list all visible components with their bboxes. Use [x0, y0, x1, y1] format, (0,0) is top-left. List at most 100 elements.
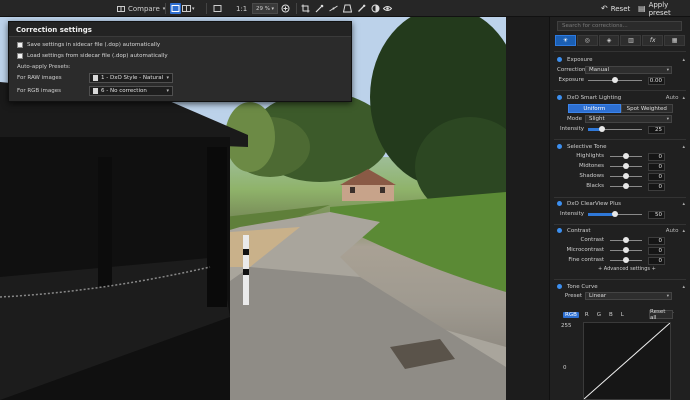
tone-curve-section-header[interactable]: Tone Curve ▴ [557, 282, 685, 291]
tone-curve-preset-select[interactable]: Linear ▾ [585, 292, 672, 300]
preset-icon: ▤ [638, 4, 646, 13]
chevron-up-icon[interactable]: ▴ [682, 144, 685, 150]
preview-toggle-button[interactable] [382, 3, 393, 14]
white-balance-picker-button[interactable] [314, 3, 325, 14]
single-view-button[interactable] [170, 3, 181, 14]
selective-tone-slider[interactable] [610, 172, 642, 181]
section-active-dot[interactable] [557, 95, 562, 100]
tone-curve-graph[interactable] [583, 322, 671, 400]
load-settings-checkbox[interactable] [17, 53, 23, 59]
channel-b[interactable]: B [607, 312, 615, 318]
channel-rgb[interactable]: RGB [563, 312, 579, 318]
selective-tone-slider[interactable] [610, 182, 642, 191]
load-settings-option[interactable]: Load settings from sidecar file (.dop) a… [17, 53, 168, 59]
horizon-tool-button[interactable] [328, 3, 339, 14]
slider-knob[interactable] [623, 163, 629, 169]
chevron-up-icon[interactable]: ▴ [682, 57, 685, 63]
apply-preset-button[interactable]: ▤ Apply preset [638, 1, 690, 17]
local-adjustments-button[interactable] [370, 3, 381, 14]
slider-knob[interactable] [623, 237, 629, 243]
slider-knob[interactable] [612, 77, 618, 83]
section-active-dot[interactable] [557, 201, 562, 206]
chevron-up-icon[interactable]: ▴ [682, 201, 685, 207]
slider-knob[interactable] [612, 211, 618, 217]
slider-knob[interactable] [623, 153, 629, 159]
selective-tone-value[interactable]: 0 [648, 153, 665, 161]
selective-tone-section-header[interactable]: Selective Tone ▴ [557, 142, 685, 151]
chevron-up-icon[interactable]: ▴ [682, 228, 685, 234]
tab-effects[interactable]: fx [642, 35, 664, 46]
zoom-select[interactable]: 29 % ▾ [252, 3, 278, 14]
save-settings-checkbox[interactable] [17, 42, 23, 48]
channel-l[interactable]: L [619, 312, 626, 318]
contrast-value[interactable]: 0 [648, 257, 665, 265]
selective-tone-value[interactable]: 0 [648, 163, 665, 171]
advanced-settings-link[interactable]: + Advanced settings + [598, 266, 656, 272]
chevron-down-icon: ▾ [192, 5, 195, 12]
search-corrections-input[interactable]: Search for corrections... [557, 21, 682, 31]
selective-tone-slider[interactable] [610, 152, 642, 161]
split-view-button[interactable]: ▾ [182, 3, 195, 14]
selective-tone-slider[interactable] [610, 162, 642, 171]
selective-tone-label: Blacks [586, 183, 604, 189]
contrast-section-header[interactable]: Contrast Auto ▴ [557, 226, 685, 235]
reset-button[interactable]: ↶ Reset [601, 3, 630, 14]
selective-tone-value[interactable]: 0 [648, 173, 665, 181]
uniform-button[interactable]: Uniform [568, 104, 621, 113]
panel-gutter [506, 17, 549, 400]
clearview-section-header[interactable]: DxO ClearView Plus ▴ [557, 199, 685, 208]
smart-lighting-section-header[interactable]: DxO Smart Lighting Auto ▴ [557, 93, 685, 102]
slider-knob[interactable] [623, 257, 629, 263]
exposure-slider[interactable] [588, 76, 642, 85]
zoom-in-button[interactable] [280, 3, 291, 14]
chevron-up-icon[interactable]: ▴ [682, 95, 685, 101]
raw-preset-select[interactable]: 1 - DxO Style - Natural ▾ [89, 73, 173, 83]
contrast-slider[interactable] [610, 236, 642, 245]
correction-select[interactable]: Manual ▾ [585, 66, 672, 74]
channel-r[interactable]: R [583, 312, 591, 318]
reset-all-button[interactable]: Reset all [649, 309, 673, 321]
section-active-dot[interactable] [557, 57, 562, 62]
tab-geometry[interactable]: ▥ [620, 35, 642, 46]
crop-tool-button[interactable] [300, 3, 311, 14]
clearview-intensity-value[interactable]: 50 [648, 211, 665, 219]
contrast-value[interactable]: 0 [648, 237, 665, 245]
smart-lighting-auto[interactable]: Auto [666, 95, 679, 101]
chevron-up-icon[interactable]: ▴ [682, 284, 685, 290]
section-active-dot[interactable] [557, 284, 562, 289]
exposure-value[interactable]: 0.00 [648, 77, 665, 85]
contrast-auto[interactable]: Auto [666, 228, 679, 234]
exposure-section-header[interactable]: Exposure ▴ [557, 55, 685, 64]
tab-local[interactable]: ▦ [664, 35, 685, 46]
contrast-slider[interactable] [610, 246, 642, 255]
compare-button[interactable]: Compare ▾ [117, 3, 165, 14]
repair-tool-button[interactable] [356, 3, 367, 14]
section-active-dot[interactable] [557, 228, 562, 233]
clearview-intensity-slider[interactable] [588, 210, 642, 219]
rgb-preset-select[interactable]: 6 - No correction ▾ [89, 86, 173, 96]
contrast-value[interactable]: 0 [648, 247, 665, 255]
channel-g[interactable]: G [595, 312, 603, 318]
tab-light[interactable]: ☀ [555, 35, 576, 46]
mode-select[interactable]: Slight ▾ [585, 115, 672, 123]
perspective-tool-button[interactable] [342, 3, 353, 14]
save-settings-label: Save settings in sidecar file (.dop) aut… [27, 42, 161, 48]
slider-knob[interactable] [623, 173, 629, 179]
zoom-fit-button[interactable] [212, 3, 223, 14]
tab-color[interactable]: ◎ [576, 35, 598, 46]
zoom-1to1-button[interactable]: 1:1 [236, 3, 247, 14]
section-active-dot[interactable] [557, 144, 562, 149]
tab-detail[interactable]: ◈ [598, 35, 620, 46]
smart-lighting-intensity-slider[interactable] [588, 125, 642, 134]
raw-preset-value: 1 - DxO Style - Natural [101, 75, 164, 81]
selective-tone-value[interactable]: 0 [648, 183, 665, 191]
zoom-fit-icon [213, 5, 222, 12]
save-settings-option[interactable]: Save settings in sidecar file (.dop) aut… [17, 42, 160, 48]
smart-lighting-intensity-value[interactable]: 25 [648, 126, 665, 134]
slider-knob[interactable] [623, 247, 629, 253]
contrast-slider[interactable] [610, 256, 642, 265]
smart-lighting-title: DxO Smart Lighting [567, 94, 622, 101]
spot-weighted-button[interactable]: Spot Weighted [620, 104, 673, 113]
slider-knob[interactable] [623, 183, 629, 189]
slider-knob[interactable] [598, 126, 605, 132]
